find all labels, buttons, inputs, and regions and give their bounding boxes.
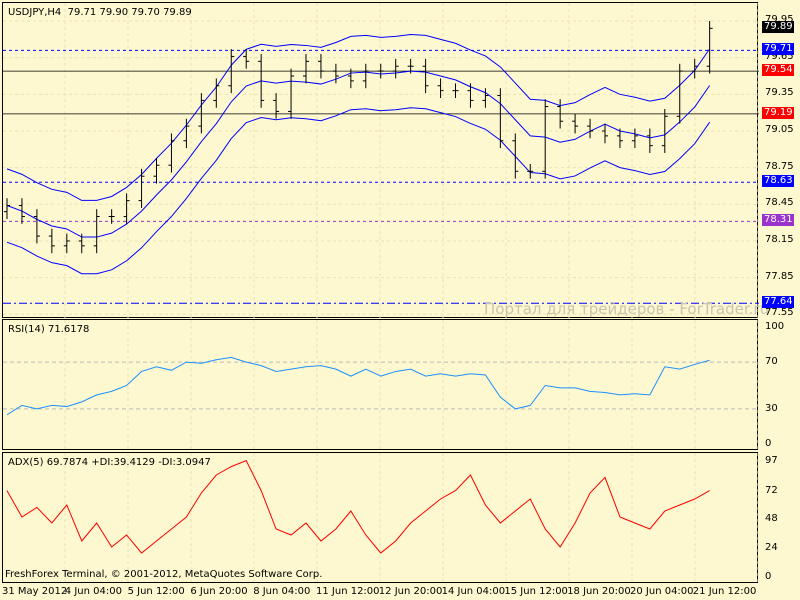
time-axis-label: 14 Jun 04:00 [441,586,506,597]
price-axis-label: 79.05 [765,123,794,135]
band-lower [6,107,711,275]
price-axis-label: 78.45 [765,197,794,209]
adx-axis-label: 24 [765,542,778,554]
rsi-title: RSI(14) 71.6178 [8,324,90,335]
price-axis-label: 78.75 [765,160,794,172]
price-axis-label: 79.35 [765,87,794,99]
price-tag: 78.63 [762,175,794,188]
rsi-line [6,356,710,416]
rsi-axis-label: 0 [765,438,772,449]
adx-axis-label: 48 [765,513,778,525]
adx-line [6,459,710,554]
price-tag: 79.71 [762,43,794,56]
price-tag: 79.89 [762,21,794,34]
rsi-chart [3,320,759,451]
time-axis-label: 12 Jun 20:00 [378,586,443,597]
price-tag: 79.54 [762,64,794,77]
adx-axis-label: 0 [765,571,772,582]
price-tag: 79.19 [762,106,794,119]
band-middle [6,70,711,238]
price-axis-label: 77.55 [765,307,794,319]
band-upper [6,33,711,201]
rsi-axis-label: 30 [765,402,778,414]
watermark: Портал для трейдеров - ForTrader.ru [484,300,770,318]
time-axis-label: 31 May 2012 [2,586,68,597]
copyright: FreshForex Terminal, © 2001-2012, MetaQu… [5,569,323,580]
price-chart-panel[interactable]: USDJPY,H4 79.71 79.90 79.70 79.89 [2,2,759,319]
time-axis-label: 21 Jun 12:00 [692,586,757,597]
adx-panel[interactable]: ADX(5) 69.7874 +DI:39.4129 -DI:3.0947 [2,452,759,584]
price-axis-label: 78.15 [765,233,794,245]
time-axis-label: 18 Jun 20:00 [567,586,631,597]
time-axis-label: 6 Jun 20:00 [190,586,248,597]
symbol-info: USDJPY,H4 79.71 79.90 79.70 79.89 [8,7,192,18]
adx-title: ADX(5) 69.7874 +DI:39.4129 -DI:3.0947 [8,457,211,468]
price-chart [3,3,759,319]
price-tag: 77.64 [762,296,794,309]
price-axis-label: 77.85 [765,270,794,282]
adx-axis-label: 97 [765,454,778,466]
rsi-axis-label: 70 [765,356,778,368]
rsi-panel[interactable]: RSI(14) 71.6178 [2,319,759,451]
time-axis-label: 4 Jun 04:00 [64,586,122,597]
adx-chart [6,453,759,584]
time-axis-label: 11 Jun 12:00 [316,586,380,597]
rsi-axis-label: 100 [765,321,785,332]
adx-axis-label: 72 [765,484,778,496]
time-axis-label: 20 Jun 04:00 [630,586,694,597]
time-axis-label: 5 Jun 12:00 [127,586,185,597]
time-axis-label: 8 Jun 04:00 [253,586,311,597]
price-tag: 78.31 [762,214,794,227]
time-axis-label: 15 Jun 12:00 [504,586,568,597]
